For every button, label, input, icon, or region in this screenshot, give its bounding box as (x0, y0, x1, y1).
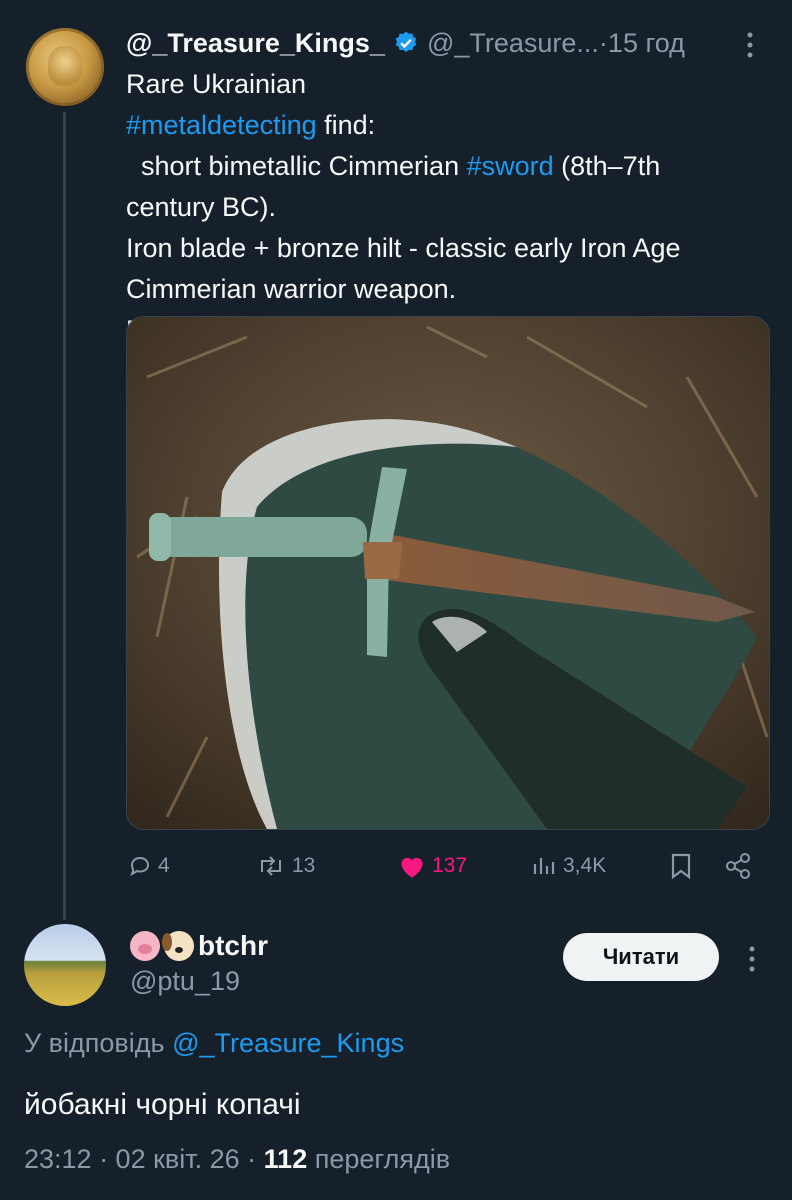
pig-emoji-icon (130, 931, 160, 961)
reply-author-name[interactable]: btchr (130, 928, 268, 964)
bookmark-icon (671, 853, 691, 880)
tweet-header: @_Treasure_Kings_ @_Treasure... · 15 год (126, 26, 685, 60)
hashtag-metaldetecting[interactable]: #metaldetecting (126, 110, 317, 140)
avatar-ptu19[interactable] (24, 924, 106, 1006)
repost-action[interactable]: 13 (256, 846, 315, 886)
reply-icon (130, 856, 150, 877)
heart-icon (401, 857, 423, 878)
author-display-name[interactable]: @_Treasure_Kings_ (126, 28, 385, 59)
tweet-media-photo[interactable] (126, 316, 770, 830)
tweet-actions-bar: 4 13 137 3,4K (126, 846, 766, 886)
reply-display-name: btchr (198, 930, 268, 961)
avatar-treasure-kings[interactable] (26, 28, 104, 106)
replying-to-label: У відповідь (24, 1028, 173, 1058)
tweet-line-5: Cimmerian warrior weapon. (126, 274, 457, 304)
reply-views-count: 112 (263, 1144, 308, 1174)
header-separator: · (598, 27, 608, 58)
reply-views-label: переглядів (307, 1144, 451, 1174)
like-action[interactable]: 137 (398, 846, 467, 886)
tweet-time[interactable]: 15 год (608, 28, 685, 59)
views-icon (533, 858, 555, 874)
replying-to-handle[interactable]: @_Treasure_Kings (172, 1028, 404, 1058)
reply-timestamp[interactable]: 23:12 · 02 квіт. 26 · (24, 1144, 264, 1174)
repost-icon (261, 856, 281, 876)
reply-more-dots-icon[interactable] (742, 944, 762, 974)
tweet-line-3: century BC). (126, 192, 277, 222)
ukraine-flag-icon (316, 74, 346, 96)
views-action[interactable]: 3,4K (531, 846, 606, 886)
tweet-line-2: short bimetallic Cimmerian #sword (8th–7… (126, 151, 661, 181)
coin-portrait (48, 46, 82, 86)
reply-action[interactable]: 4 (128, 846, 170, 886)
like-count: 137 (432, 854, 468, 877)
follow-button[interactable]: Читати (563, 933, 719, 981)
reply-count: 4 (158, 854, 170, 877)
views-count: 3,4K (563, 854, 607, 877)
sword-on-shovel-image (127, 317, 769, 829)
tweet-line-4: Iron blade + bronze hilt - classic early… (126, 233, 681, 263)
reply-body: йобакні чорні копачі (24, 1088, 301, 1121)
tweet-body: Rare Ukrainian #metaldetecting find: sho… (126, 64, 766, 351)
hashtag-sword[interactable]: #sword (467, 151, 554, 181)
thread-connector-line (63, 112, 66, 920)
share-icon (726, 853, 750, 879)
dog-emoji-icon (162, 931, 194, 961)
share-action[interactable] (724, 846, 752, 886)
bookmark-action[interactable] (669, 846, 693, 886)
tweet-line-1: Rare Ukrainian (126, 64, 766, 105)
author-handle[interactable]: @_Treasure... (427, 28, 599, 59)
replying-to: У відповідь @_Treasure_Kings (24, 1028, 404, 1059)
reply-meta: 23:12 · 02 квіт. 26 · 112 переглядів (24, 1144, 450, 1175)
repost-count: 13 (292, 854, 316, 877)
more-dots-icon[interactable] (740, 28, 760, 62)
reply-author-handle[interactable]: @ptu_19 (130, 966, 240, 997)
verified-badge-icon (395, 31, 417, 52)
